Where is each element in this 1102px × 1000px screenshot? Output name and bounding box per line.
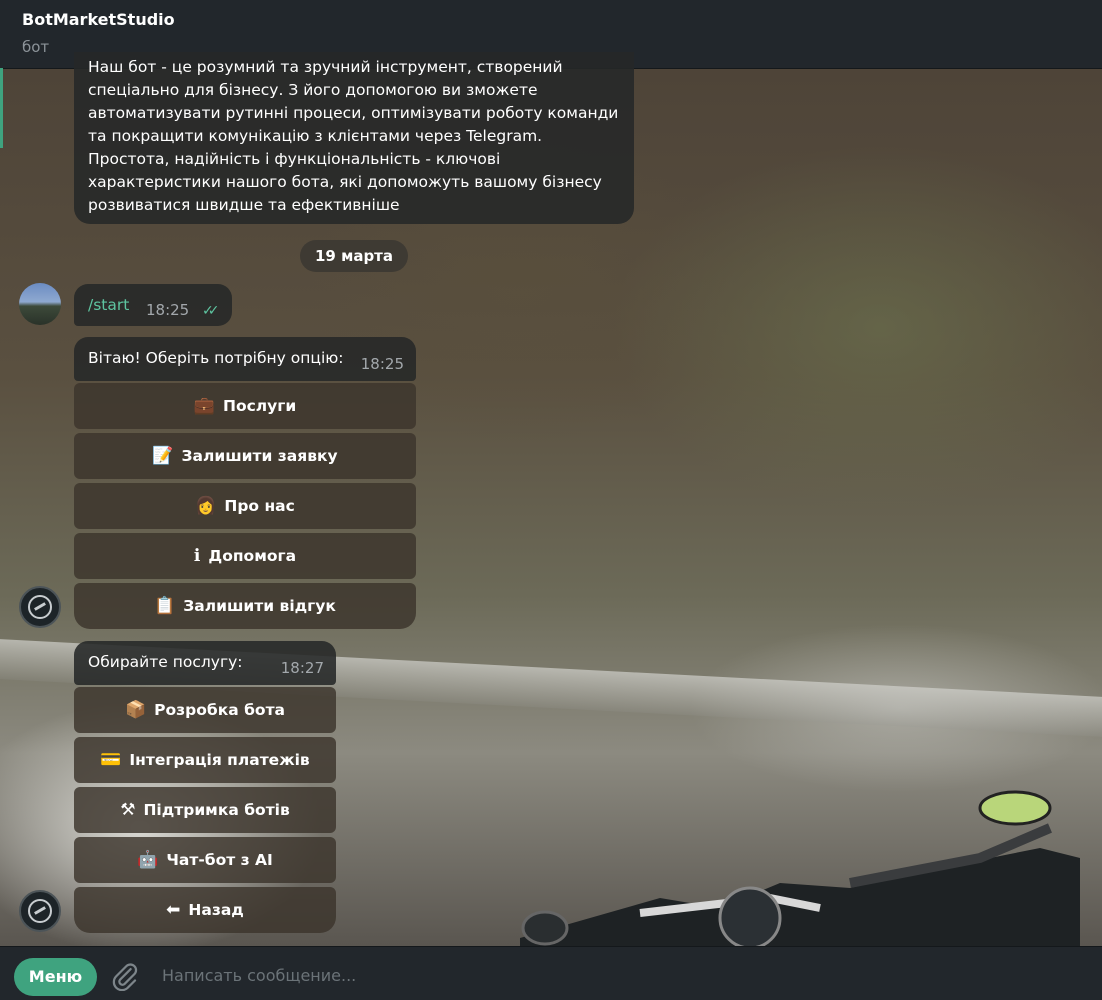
chat-subtitle: бот [22,38,50,56]
message-composer: Меню [0,946,1102,1000]
date-separator: 19 марта [300,240,408,272]
keyboard-button-help[interactable]: ℹ Допомога [74,533,416,579]
briefcase-icon: 💼 [193,396,215,416]
chat-title: BotMarketStudio [22,10,175,29]
user-message: /start 18:25 ✓✓ [74,284,232,326]
button-label: Назад [188,901,244,919]
package-icon: 📦 [124,700,147,720]
bot-avatar[interactable] [19,586,61,628]
message-time: 18:25 [360,355,404,373]
intro-message-text: Наш бот - це розумний та зручний інструм… [88,58,619,214]
button-label: Інтеграція платежів [129,751,310,769]
robot-icon: 🤖 [137,850,159,870]
clipboard-icon: 📋 [154,596,176,616]
info-icon: ℹ [193,546,201,566]
button-label: Допомога [208,547,297,565]
keyboard-button-ai-chatbot[interactable]: 🤖 Чат-бот з AI [74,837,336,883]
intro-message: Наш бот - це розумний та зручний інструм… [74,52,634,224]
button-label: Залишити заявку [181,447,338,465]
keyboard-button-services[interactable]: 💼 Послуги [74,383,416,429]
memo-icon: 📝 [152,446,174,466]
bot-logo-icon [28,899,52,923]
menu-button[interactable]: Меню [14,958,97,996]
button-label: Про нас [224,497,295,515]
message-time: 18:27 [280,659,324,677]
tools-icon: ⚒ [120,800,136,820]
keyboard-button-about[interactable]: 👩 Про нас [74,483,416,529]
keyboard-button-feedback[interactable]: 📋 Залишити відгук [74,583,416,629]
credit-card-icon: 💳 [100,750,122,770]
button-label: Розробка бота [154,701,286,719]
button-label: Підтримка ботів [143,801,290,819]
message-time: 18:25 [146,301,190,319]
double-check-icon: ✓✓ [202,303,220,319]
keyboard-button-bot-development[interactable]: 📦 Розробка бота [74,687,336,733]
keyboard-button-leave-request[interactable]: 📝 Залишити заявку [74,433,416,479]
user-avatar[interactable] [19,283,61,325]
keyboard-button-bot-support[interactable]: ⚒ Підтримка ботів [74,787,336,833]
bot-logo-icon [28,595,52,619]
bot-message: Вітаю! Оберіть потрібну опцію: 18:25 [74,337,416,381]
person-icon: 👩 [195,496,217,516]
keyboard-button-back[interactable]: ⬅ Назад [74,887,336,933]
button-label: Чат-бот з AI [166,851,273,869]
bot-message-text: Вітаю! Оберіть потрібну опцію: [88,349,344,367]
back-arrow-icon: ⬅ [166,900,181,920]
paperclip-icon[interactable] [110,961,140,991]
bot-avatar[interactable] [19,890,61,932]
button-label: Залишити відгук [183,597,336,615]
wallpaper-motorcycle [520,790,1080,946]
bot-message: Обирайте послугу: 18:27 [74,641,336,685]
button-label: Послуги [222,397,297,415]
user-message-text[interactable]: /start [88,294,129,317]
message-input[interactable] [150,957,1094,993]
bot-message-text: Обирайте послугу: [88,653,243,671]
keyboard-button-payment-integration[interactable]: 💳 Інтеграція платежів [74,737,336,783]
accent-strip [0,68,3,148]
